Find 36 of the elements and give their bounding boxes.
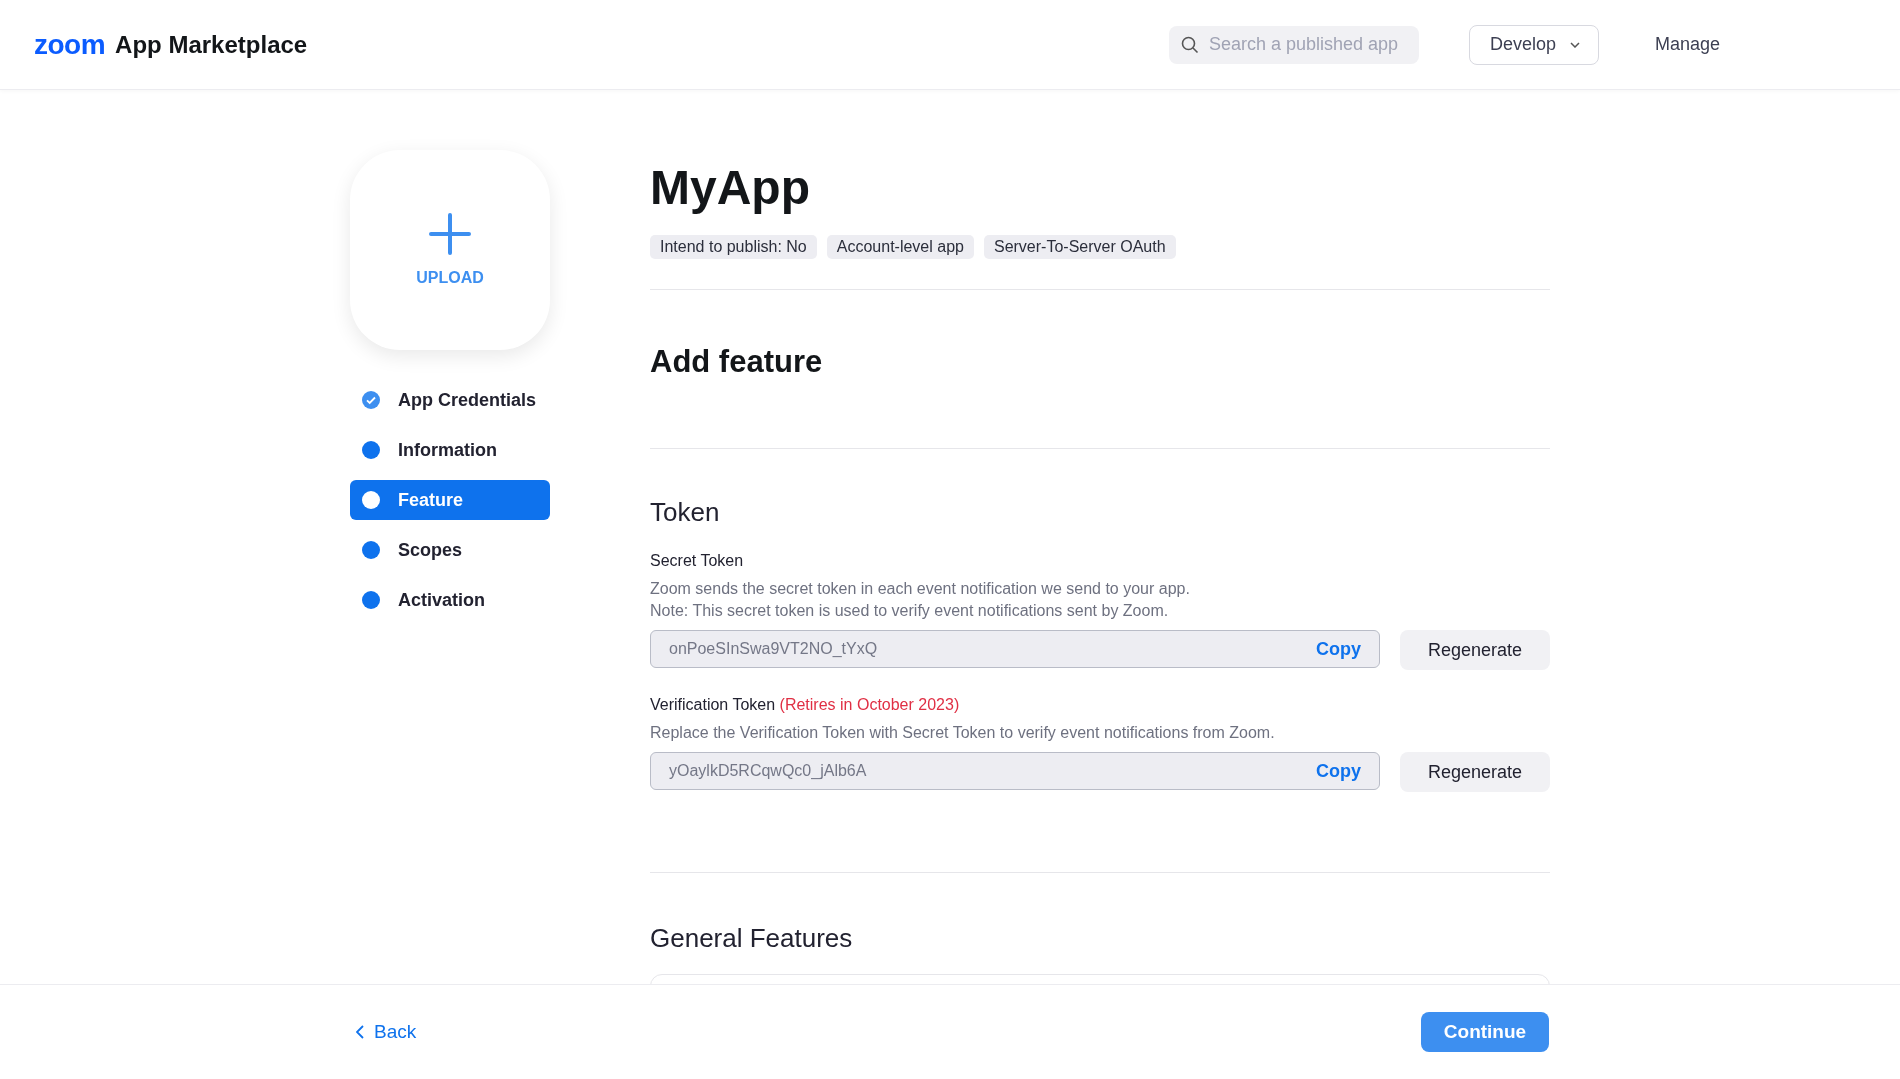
field-description: Note: This secret token is used to verify event notifications sent by Zoom. [650, 601, 1170, 621]
marketplace-title: App Marketplace [115, 30, 308, 59]
regenerate-button[interactable]: Regenerate [1400, 752, 1550, 792]
manage-link[interactable]: Manage [1648, 33, 1726, 56]
field-label: Secret Token [650, 552, 744, 569]
chevron-left-icon [356, 1025, 364, 1039]
token-field[interactable]: onPoeSInSwa9VT2NO_tYxQ Copy [650, 630, 1380, 668]
field-label: Verification Token [650, 696, 776, 713]
field-description: Zoom sends the secret token in each event notification we send to your app. [650, 579, 1191, 599]
step-item[interactable]: App Credentials [350, 380, 550, 420]
field-description: Replace the Verification Token with Secret Token to verify event notifications from Zoom. [650, 723, 1276, 743]
app-tag: Server-To-Server OAuth [983, 235, 1176, 259]
step-item[interactable]: Information [350, 430, 550, 470]
token-field[interactable]: yOaylkD5RCqwQc0_jAlb6A Copy [650, 752, 1380, 790]
app-name: MyApp [650, 160, 811, 215]
step-item[interactable]: Scopes [350, 530, 550, 570]
token-heading: Token [650, 497, 721, 528]
upload-button[interactable]: UPLOAD [350, 150, 550, 350]
step-item[interactable]: Activation [350, 580, 550, 620]
chevron-down-icon [1569, 41, 1580, 48]
search-icon [1180, 35, 1199, 54]
copy-button[interactable]: Copy [1316, 760, 1361, 782]
copy-button[interactable]: Copy [1316, 638, 1361, 660]
back-link[interactable]: Back [350, 1020, 423, 1044]
develop-dropdown[interactable]: Develop [1468, 24, 1599, 65]
search-field[interactable]: Search a published app [1168, 25, 1419, 64]
app-tag: Account-level app [826, 235, 974, 259]
continue-button[interactable]: Continue [1421, 1012, 1549, 1052]
step-item[interactable]: Feature [350, 480, 550, 520]
regenerate-button[interactable]: Regenerate [1400, 630, 1550, 670]
general-features-heading: General Features [650, 923, 854, 954]
zoom-logo[interactable]: zoom [34, 28, 106, 61]
plus-icon [429, 213, 471, 255]
retirement-note: (Retires in October 2023) [779, 696, 960, 713]
app-tag: Intend to publish: No [650, 235, 817, 259]
section-heading: Add feature [650, 344, 1550, 449]
